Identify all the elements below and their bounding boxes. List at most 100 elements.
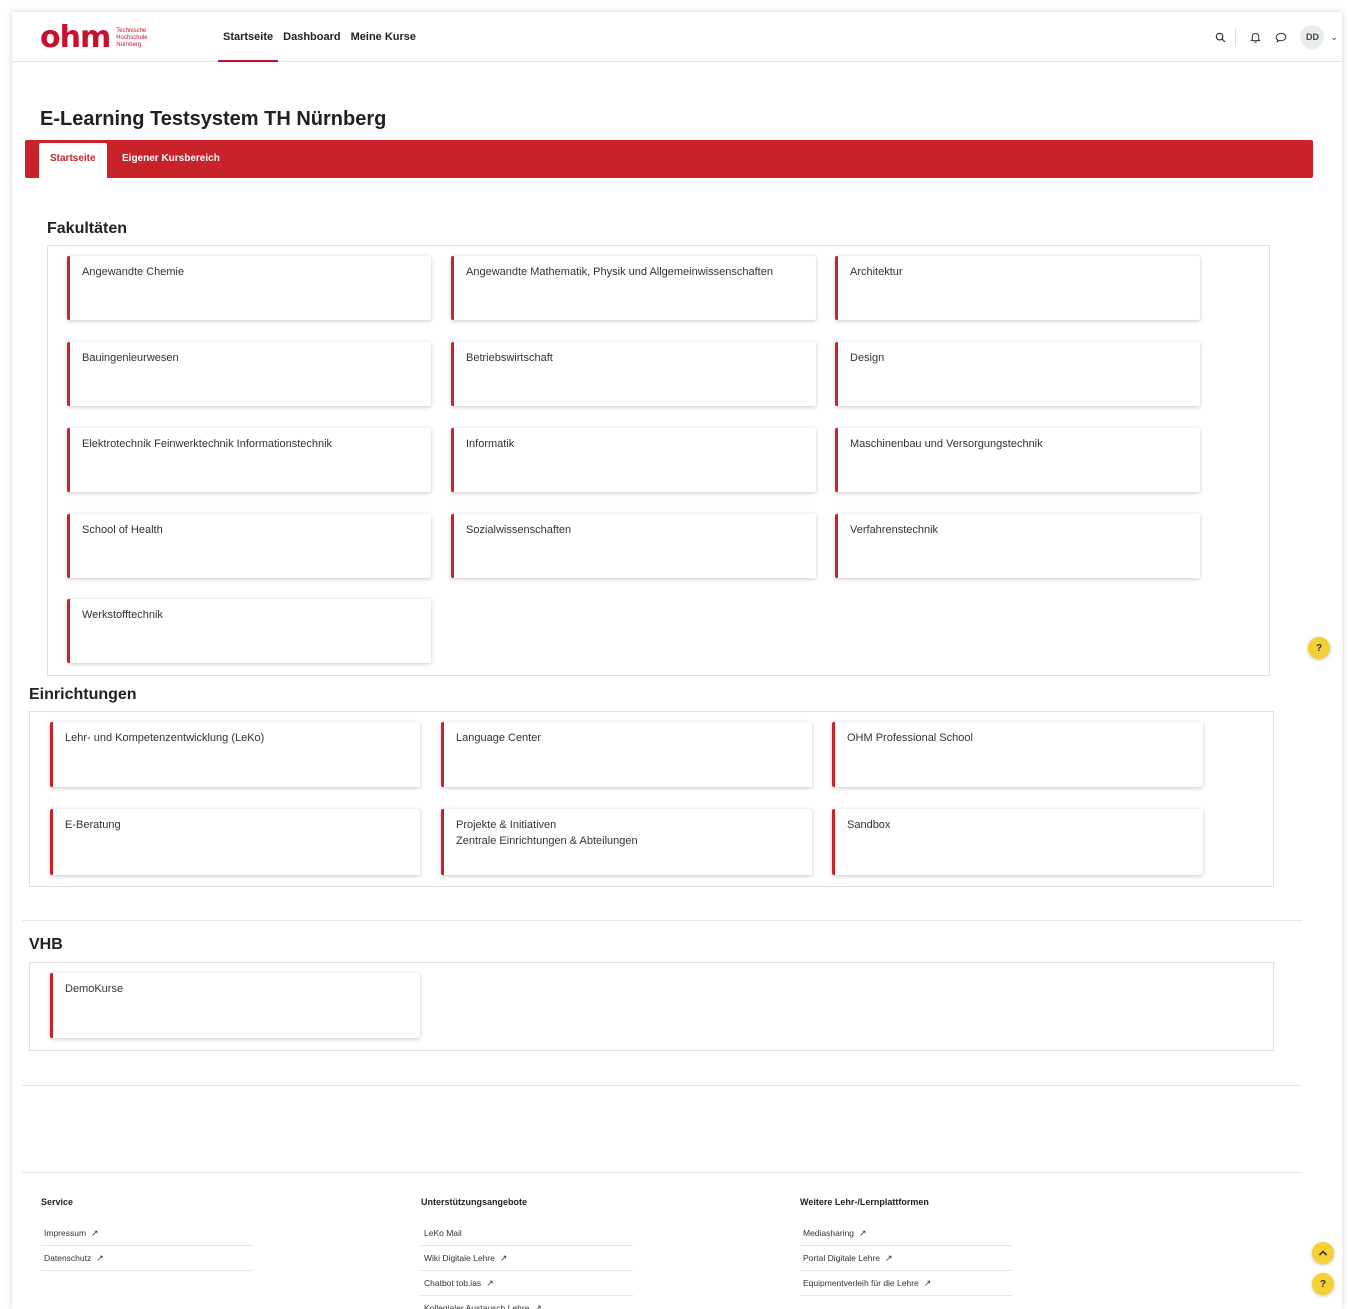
category-label: Elektrotechnik Feinwerktechnik Informati… [82,438,333,450]
category-label: E-Beratung [65,819,121,831]
nav-link-startseite[interactable]: Startseite [218,12,279,62]
external-link-icon: ↗ [923,1278,932,1288]
category-label: OHM Professional School [847,732,973,744]
external-link-icon: ↗ [859,1228,867,1238]
category-card[interactable]: Angewandte Chemie [67,256,431,320]
footer-divider [22,1172,1302,1173]
user-menu-area: DD ⌄ [1205,12,1338,62]
category-label: Projekte & Initiativen Zentrale Einricht… [456,817,638,849]
section-title-vhb: VHB [29,936,63,953]
primary-nav: Startseite Dashboard Meine Kurse [218,12,421,62]
footer-link-leko-mail[interactable]: LeKo Mail [421,1221,633,1246]
bell-icon[interactable] [1244,26,1266,48]
footer-link-label: Datenschutz [44,1253,92,1263]
nav-link-meine-kurse[interactable]: Meine Kurse [346,12,421,62]
avatar[interactable]: DD [1300,25,1325,49]
help-button[interactable]: ? [1308,637,1330,659]
footer-link-label: LeKo Mail [424,1228,462,1238]
category-card[interactable]: Werkstofftechnik [67,599,431,663]
external-link-icon: ↗ [96,1253,104,1263]
external-link-icon: ↗ [499,1253,508,1263]
category-card[interactable]: Sandbox [832,809,1203,875]
category-card[interactable]: Lehr- und Kompetenzentwicklung (LeKo) [50,722,420,787]
category-card[interactable]: Elektrotechnik Feinwerktechnik Informati… [67,428,431,492]
tab-eigener-kursbereich[interactable]: Eigener Kursbereich [111,143,231,174]
footer-platforms: Weitere Lehr-/Lernplattformen Mediashari… [800,1197,1012,1296]
external-link-icon: ↗ [486,1278,494,1288]
footer-link-portal[interactable]: Portal Digitale Lehre ↗ [800,1246,1012,1271]
footer-heading: Unterstützungsangebote [421,1197,528,1207]
external-link-icon: ↗ [534,1303,542,1309]
section-divider [22,920,1302,921]
footer-heading: Weitere Lehr-/Lernplattformen [800,1197,929,1207]
category-card[interactable]: Sozialwissenschaften [451,514,816,578]
category-label: Design [850,352,885,364]
footer-link-label: Portal Digitale Lehre [803,1253,881,1263]
footer-link-chatbot[interactable]: Chatbot tob.ias ↗ [421,1271,633,1296]
category-label: Language Center [456,732,542,744]
nav-divider [1235,28,1237,46]
category-card[interactable]: OHM Professional School [832,722,1203,787]
category-card[interactable]: Architektur [835,256,1200,320]
nav-link-dashboard[interactable]: Dashboard [278,12,345,62]
category-card[interactable]: School of Health [67,514,431,578]
category-card[interactable]: Betriebswirtschaft [451,342,816,406]
category-card[interactable]: Verfahrenstechnik [835,514,1200,578]
scroll-to-top-button[interactable] [1312,1242,1334,1264]
category-card[interactable]: Bauingenieurwesen [67,342,431,406]
category-label: Angewandte Chemie [82,266,185,278]
external-link-icon: ↗ [91,1228,99,1238]
category-card[interactable]: Language Center [441,722,812,787]
chevron-up-icon [1318,1250,1328,1256]
category-label: Informatik [466,438,515,450]
category-card[interactable]: E-Beratung [50,809,420,875]
footer-link-label: Equipmentverleih für die Lehre [803,1278,919,1288]
footer-heading: Service [41,1197,74,1207]
external-link-icon: ↗ [885,1253,893,1263]
category-label: Angewandte Mathematik, Physik und Allgem… [466,266,773,278]
footer-support: Unterstützungsangebote LeKo Mail Wiki Di… [421,1197,633,1309]
footer-link-label: Wiki Digitale Lehre [424,1253,495,1263]
logo-subtitle: Technische Hochschule Nürnberg [116,26,147,49]
footer-link-label: Mediasharing [803,1228,855,1238]
page-title: E-Learning Testsystem TH Nürnberg [40,108,387,130]
category-label: DemoKurse [65,983,124,995]
footer-link-label: Impressum [44,1228,87,1238]
footer-link-equipment[interactable]: Equipmentverleih für die Lehre ↗ [800,1271,1012,1296]
footer-link-datenschutz[interactable]: Datenschutz ↗ [41,1246,253,1271]
category-card[interactable]: Design [835,342,1200,406]
footer-link-mediasharing[interactable]: Mediasharing ↗ [800,1221,1012,1246]
category-label: Verfahrenstechnik [850,524,939,536]
footer-link-austausch[interactable]: Kollegialer Austausch Lehre ↗ [421,1296,633,1309]
footer-link-label: Kollegialer Austausch Lehre [424,1303,530,1309]
category-label: School of Health [82,524,163,536]
category-label-line: Zentrale Einrichtungen & Abteilungen [456,835,638,847]
top-navbar: ohm Technische Hochschule Nürnberg Start… [12,12,1342,62]
category-card[interactable]: DemoKurse [50,973,420,1038]
category-label: Architektur [850,266,903,278]
logo-sub-line: Hochschule [116,35,148,41]
category-label: Lehr- und Kompetenzentwicklung (LeKo) [65,732,265,744]
footer-link-impressum[interactable]: Impressum ↗ [41,1221,253,1246]
search-icon[interactable] [1209,26,1231,48]
category-label: Sandbox [847,819,891,831]
footer-link-label: Chatbot tob.ias [424,1278,482,1288]
tab-startseite[interactable]: Startseite [39,143,107,178]
category-label-line: Projekte & Initiativen [456,819,557,831]
category-label: Sozialwissenschaften [466,524,572,536]
chevron-down-icon[interactable]: ⌄ [1330,32,1338,43]
logo-sub-line: Nürnberg [116,42,142,48]
course-tab-bar: Startseite Eigener Kursbereich [25,140,1313,178]
category-card[interactable]: Maschinenbau und Versorgungstechnik [835,428,1200,492]
section-title-fakultaeten: Fakultäten [47,220,128,237]
chat-icon[interactable] [1270,26,1292,48]
ohm-logo[interactable]: ohm Technische Hochschule Nürnberg [40,20,148,55]
category-card[interactable]: Projekte & Initiativen Zentrale Einricht… [441,809,812,875]
category-card[interactable]: Informatik [451,428,816,492]
category-label: Maschinenbau und Versorgungstechnik [850,438,1043,450]
footer-link-wiki[interactable]: Wiki Digitale Lehre ↗ [421,1246,633,1271]
logo-sub-line: Technische [116,28,147,34]
category-card[interactable]: Angewandte Mathematik, Physik und Allgem… [451,256,816,320]
logo-wordmark: ohm [40,20,111,55]
help-button[interactable]: ? [1312,1273,1334,1295]
